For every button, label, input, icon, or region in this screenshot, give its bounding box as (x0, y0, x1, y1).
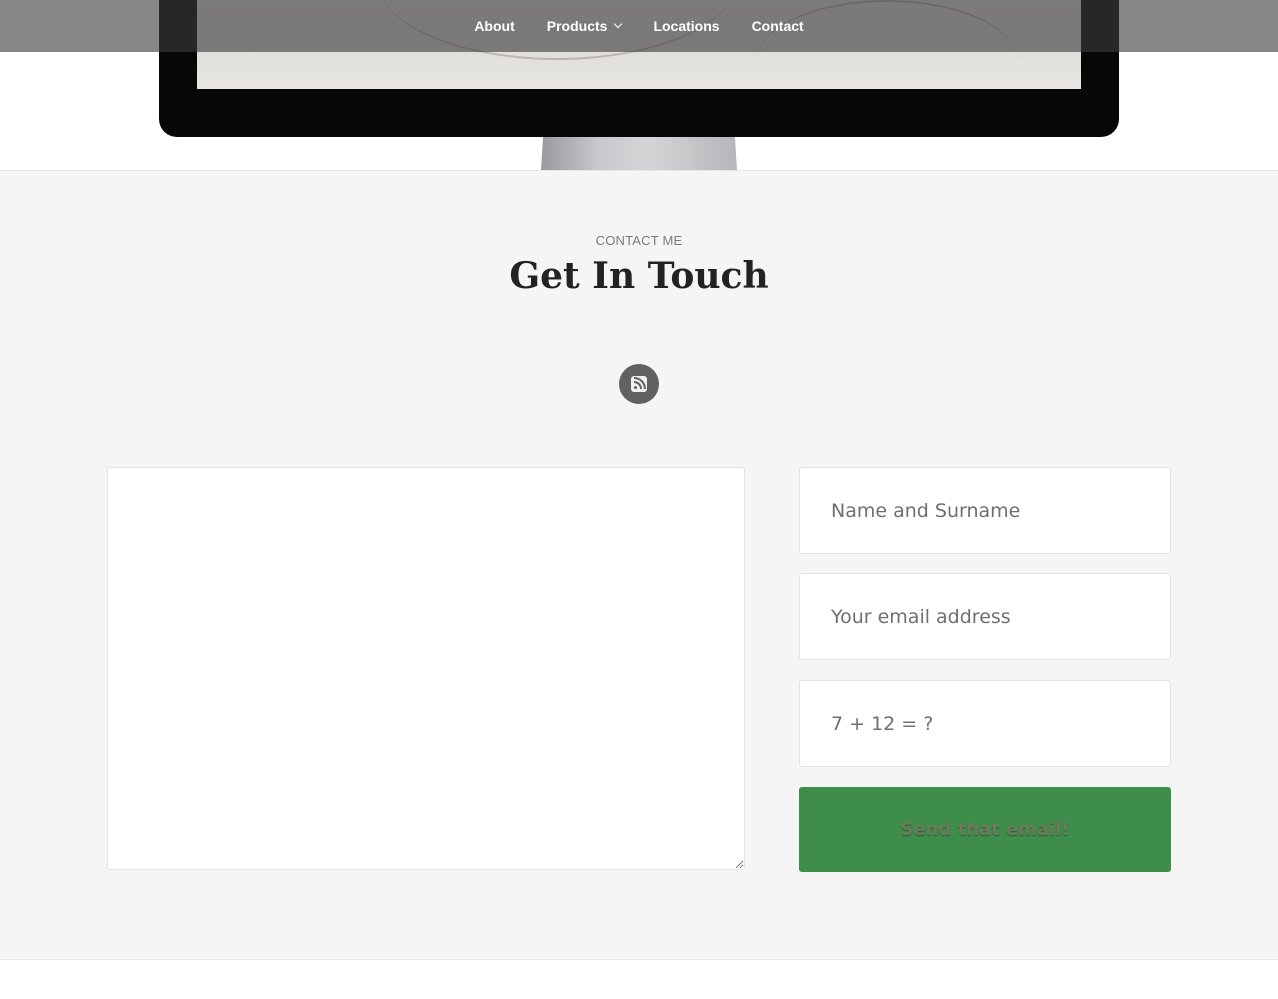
rss-icon[interactable] (619, 364, 659, 404)
monitor-stand (541, 137, 737, 171)
section-heading: Get In Touch (509, 255, 769, 297)
chevron-down-icon (614, 19, 623, 29)
main-navbar: About Products Locations Contact (0, 0, 1278, 52)
send-email-button[interactable]: Send that email! (799, 787, 1171, 872)
nav-item-label: About (474, 18, 515, 34)
contact-section: CONTACT ME Get In Touch Send that email! (0, 170, 1278, 960)
captcha-field[interactable] (799, 680, 1171, 767)
nav-item-label: Locations (653, 18, 720, 34)
rss-glyph (631, 376, 647, 392)
message-textarea[interactable] (107, 467, 745, 870)
email-field[interactable] (799, 573, 1171, 660)
nav-item-label: Contact (751, 18, 804, 34)
nav-item-contact[interactable]: Contact (736, 18, 820, 34)
nav-item-label: Products (546, 18, 608, 34)
nav-item-locations[interactable]: Locations (637, 18, 735, 34)
nav-item-about[interactable]: About (458, 18, 530, 34)
nav-item-products[interactable]: Products (531, 18, 638, 34)
name-field[interactable] (799, 467, 1171, 554)
section-eyebrow: CONTACT ME (595, 233, 683, 248)
